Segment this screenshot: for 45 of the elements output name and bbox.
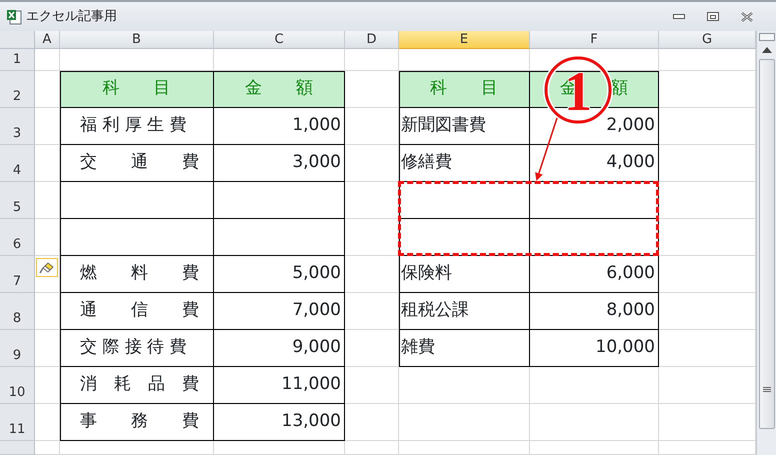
table-cell: 3,000	[214, 145, 345, 182]
row-header[interactable]: 3	[0, 108, 35, 145]
table-cell: 消 耗 品 費	[60, 367, 214, 404]
table-cell: 交 通 費	[60, 145, 214, 182]
table-cell: 福 利 厚 生 費	[60, 108, 214, 145]
table-cell: 雑費	[399, 330, 530, 367]
table-cell: 7,000	[214, 293, 345, 330]
table-cell: 5,000	[214, 256, 345, 293]
table-cell: 11,000	[214, 367, 345, 404]
table-cell: 4,000	[530, 145, 659, 182]
row-header[interactable]: 1	[0, 49, 35, 71]
row-header[interactable]: 2	[0, 71, 35, 108]
table-cell: 事 務 費	[60, 404, 214, 441]
header-cell: 金 額	[214, 71, 345, 108]
row-header[interactable]: 5	[0, 182, 35, 219]
table-cell: 修繕費	[399, 145, 530, 182]
row-header[interactable]: 4	[0, 145, 35, 182]
table-cell: 保険料	[399, 256, 530, 293]
table-cell: 6,000	[530, 256, 659, 293]
table-cell: 13,000	[214, 404, 345, 441]
table-cell: 新聞図書費	[399, 108, 530, 145]
window-title: エクセル記事用	[26, 8, 117, 26]
table-cell: 通 信 費	[60, 293, 214, 330]
table-cell: 1,000	[214, 108, 345, 145]
column-header[interactable]: F	[530, 31, 659, 49]
table-cell: 租税公課	[399, 293, 530, 330]
column-header[interactable]: B	[60, 31, 214, 49]
table-cell: 交 際 接 待 費	[60, 330, 214, 367]
column-header[interactable]: D	[345, 31, 399, 49]
row-header[interactable]: 7	[0, 256, 35, 293]
column-header[interactable]: E	[399, 31, 530, 49]
header-cell: 科 目	[60, 71, 214, 108]
row-header[interactable]: 8	[0, 293, 35, 330]
row-header[interactable]: 6	[0, 219, 35, 256]
table-cell: 9,000	[214, 330, 345, 367]
table-cell: 8,000	[530, 293, 659, 330]
row-header[interactable]: 10	[0, 367, 35, 404]
row-header[interactable]: 9	[0, 330, 35, 367]
table-cell: 燃 料 費	[60, 256, 214, 293]
column-header[interactable]: G	[659, 31, 756, 49]
table-cell: 10,000	[530, 330, 659, 367]
row-header[interactable]: 11	[0, 404, 35, 441]
column-header[interactable]: C	[214, 31, 345, 49]
column-header[interactable]: A	[35, 31, 60, 49]
header-cell: 科 目	[399, 71, 530, 108]
